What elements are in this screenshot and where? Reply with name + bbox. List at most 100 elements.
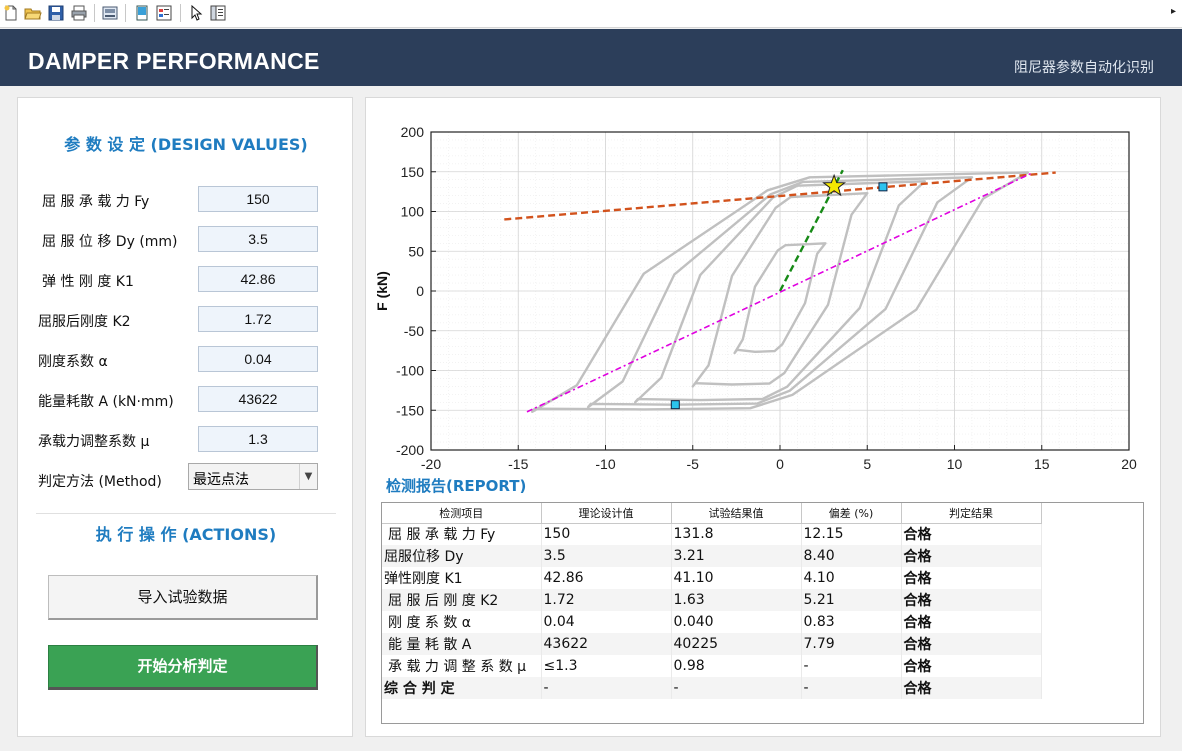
deviation-cell: 7.79 bbox=[801, 633, 902, 655]
y-tick-label: 50 bbox=[408, 243, 424, 259]
item-cell: 承 载 力 调 整 系 数 μ bbox=[382, 655, 542, 677]
toolbar: ▸ bbox=[0, 0, 1182, 28]
param-label-k1: 弹 性 刚 度 K1 bbox=[42, 274, 134, 290]
test-cell: 40225 bbox=[671, 633, 802, 655]
mu-input[interactable] bbox=[198, 426, 318, 452]
k1-input[interactable] bbox=[198, 266, 318, 292]
method-select-value: 最远点法 bbox=[193, 472, 249, 488]
design-panel: 参 数 设 定 (DESIGN VALUES) 屈 服 承 载 力 Fy 屈 服… bbox=[17, 97, 353, 737]
column-header: 偏差 (%) bbox=[801, 503, 902, 524]
x-tick-label: 15 bbox=[1034, 456, 1050, 472]
toolbar-separator bbox=[125, 4, 126, 22]
table-row[interactable]: 弹性刚度 K1 42.86 41.10 4.10 合格 bbox=[382, 567, 1042, 589]
chevron-down-icon[interactable]: ▼ bbox=[299, 464, 317, 489]
deviation-cell: 0.83 bbox=[801, 611, 902, 633]
column-header: 检测项目 bbox=[382, 503, 542, 524]
param-label-fy: 屈 服 承 载 力 Fy bbox=[42, 194, 150, 210]
test-cell: 41.10 bbox=[671, 567, 802, 589]
design-cell: 3.5 bbox=[541, 545, 672, 567]
dy-input[interactable] bbox=[198, 226, 318, 252]
x-tick-label: 0 bbox=[776, 456, 784, 472]
fy-input[interactable] bbox=[198, 186, 318, 212]
table-row[interactable]: 刚 度 系 数 α 0.04 0.040 0.83 合格 bbox=[382, 611, 1042, 633]
hysteresis-chart: -20 -15 -10 -5 0 5 10 15 20-200-150-100-50050100… bbox=[374, 124, 1137, 478]
table-row[interactable]: 综 合 判 定 - - - 合格 bbox=[382, 677, 1042, 699]
item-cell: 屈 服 承 载 力 Fy bbox=[382, 523, 542, 545]
result-cell: 合格 bbox=[901, 655, 1042, 677]
k2-input[interactable] bbox=[198, 306, 318, 332]
table-row[interactable]: 屈 服 后 刚 度 K2 1.72 1.63 5.21 合格 bbox=[382, 589, 1042, 611]
deviation-cell: 8.40 bbox=[801, 545, 902, 567]
x-tick-label: 20 bbox=[1121, 456, 1137, 472]
column-header: 理论设计值 bbox=[541, 503, 672, 524]
overall-item-cell: 综 合 判 定 bbox=[382, 677, 542, 699]
app-title: DAMPER PERFORMANCE bbox=[28, 48, 320, 74]
deviation-cell: - bbox=[801, 655, 902, 677]
x-tick-label: -15 bbox=[508, 456, 528, 472]
report-title: 检测报告(REPORT) bbox=[386, 477, 527, 495]
section-divider bbox=[36, 513, 336, 514]
design-cell: 43622 bbox=[541, 633, 672, 655]
deviation-cell: - bbox=[801, 677, 902, 699]
table-row[interactable]: 屈服位移 Dy 3.5 3.21 8.40 合格 bbox=[382, 545, 1042, 567]
result-cell: 合格 bbox=[901, 611, 1042, 633]
item-cell: 能 量 耗 散 A bbox=[382, 633, 542, 655]
app-subtitle: 阻尼器参数自动化识别 bbox=[1014, 60, 1154, 76]
item-cell: 屈服位移 Dy bbox=[382, 545, 542, 567]
y-tick-label: 100 bbox=[401, 204, 425, 220]
x-tick-label: 5 bbox=[863, 456, 871, 472]
layout-icon[interactable] bbox=[133, 4, 151, 22]
app-header: DAMPER PERFORMANCE 阻尼器参数自动化识别 bbox=[0, 29, 1182, 86]
deviation-cell: 12.15 bbox=[801, 523, 902, 545]
toolbar-separator bbox=[94, 4, 95, 22]
print-preview-icon[interactable] bbox=[101, 4, 119, 22]
x-tick-label: 10 bbox=[947, 456, 963, 472]
table-row[interactable]: 能 量 耗 散 A 43622 40225 7.79 合格 bbox=[382, 633, 1042, 655]
param-label-energy: 能量耗散 A (kN·mm) bbox=[38, 394, 174, 410]
toolbar-overflow-icon[interactable]: ▸ bbox=[1171, 6, 1176, 17]
pointer-icon[interactable] bbox=[187, 4, 205, 22]
test-cell: - bbox=[671, 677, 802, 699]
y-tick-label: 0 bbox=[416, 283, 424, 299]
column-header: 判定结果 bbox=[901, 503, 1042, 524]
y-tick-label: -100 bbox=[396, 363, 424, 379]
result-cell: 合格 bbox=[901, 589, 1042, 611]
table-header-row: 检测项目 理论设计值 试验结果值 偏差 (%) 判定结果 bbox=[382, 503, 1042, 524]
result-cell: 合格 bbox=[901, 523, 1042, 545]
design-cell: ≤1.3 bbox=[541, 655, 672, 677]
new-file-icon[interactable] bbox=[2, 4, 20, 22]
result-cell: 合格 bbox=[901, 545, 1042, 567]
actions-section-title: 执 行 操 作 (ACTIONS) bbox=[95, 525, 277, 544]
panel-icon[interactable] bbox=[209, 4, 227, 22]
test-cell: 0.98 bbox=[671, 655, 802, 677]
method-select[interactable]: 最远点法 ▼ bbox=[188, 463, 318, 490]
item-cell: 刚 度 系 数 α bbox=[382, 611, 542, 633]
open-folder-icon[interactable] bbox=[24, 4, 42, 22]
item-cell: 弹性刚度 K1 bbox=[382, 567, 542, 589]
design-section-title: 参 数 设 定 (DESIGN VALUES) bbox=[64, 135, 308, 154]
results-panel: -20 -15 -10 -5 0 5 10 15 20 -200 -150 -100 -50 0 50 100… bbox=[365, 97, 1161, 737]
y-tick-label: -50 bbox=[404, 323, 424, 339]
save-icon[interactable] bbox=[47, 4, 65, 22]
design-cell: - bbox=[541, 677, 672, 699]
alpha-input[interactable] bbox=[198, 346, 318, 372]
table-row[interactable]: 屈 服 承 载 力 Fy 150 131.8 12.15 合格 bbox=[382, 523, 1042, 545]
design-cell: 150 bbox=[541, 523, 672, 545]
peak-point-marker bbox=[878, 182, 888, 192]
y-tick-label: -150 bbox=[396, 402, 424, 418]
import-data-button[interactable]: 导入试验数据 bbox=[48, 575, 318, 620]
energy-input[interactable] bbox=[198, 386, 318, 412]
toolbar-separator bbox=[180, 4, 181, 22]
param-label-alpha: 刚度系数 α bbox=[38, 354, 108, 370]
y-axis-label: F (kN) bbox=[374, 271, 390, 311]
test-cell: 3.21 bbox=[671, 545, 802, 567]
x-tick-label: -5 bbox=[687, 456, 700, 472]
y-tick-label: 150 bbox=[401, 164, 425, 180]
properties-icon[interactable] bbox=[155, 4, 173, 22]
start-analysis-button[interactable]: 开始分析判定 bbox=[48, 645, 318, 690]
table-row[interactable]: 承 载 力 调 整 系 数 μ ≤1.3 0.98 - 合格 bbox=[382, 655, 1042, 677]
deviation-cell: 4.10 bbox=[801, 567, 902, 589]
x-tick-label: -20 bbox=[421, 456, 441, 472]
print-icon[interactable] bbox=[70, 4, 88, 22]
result-cell: 合格 bbox=[901, 677, 1042, 699]
